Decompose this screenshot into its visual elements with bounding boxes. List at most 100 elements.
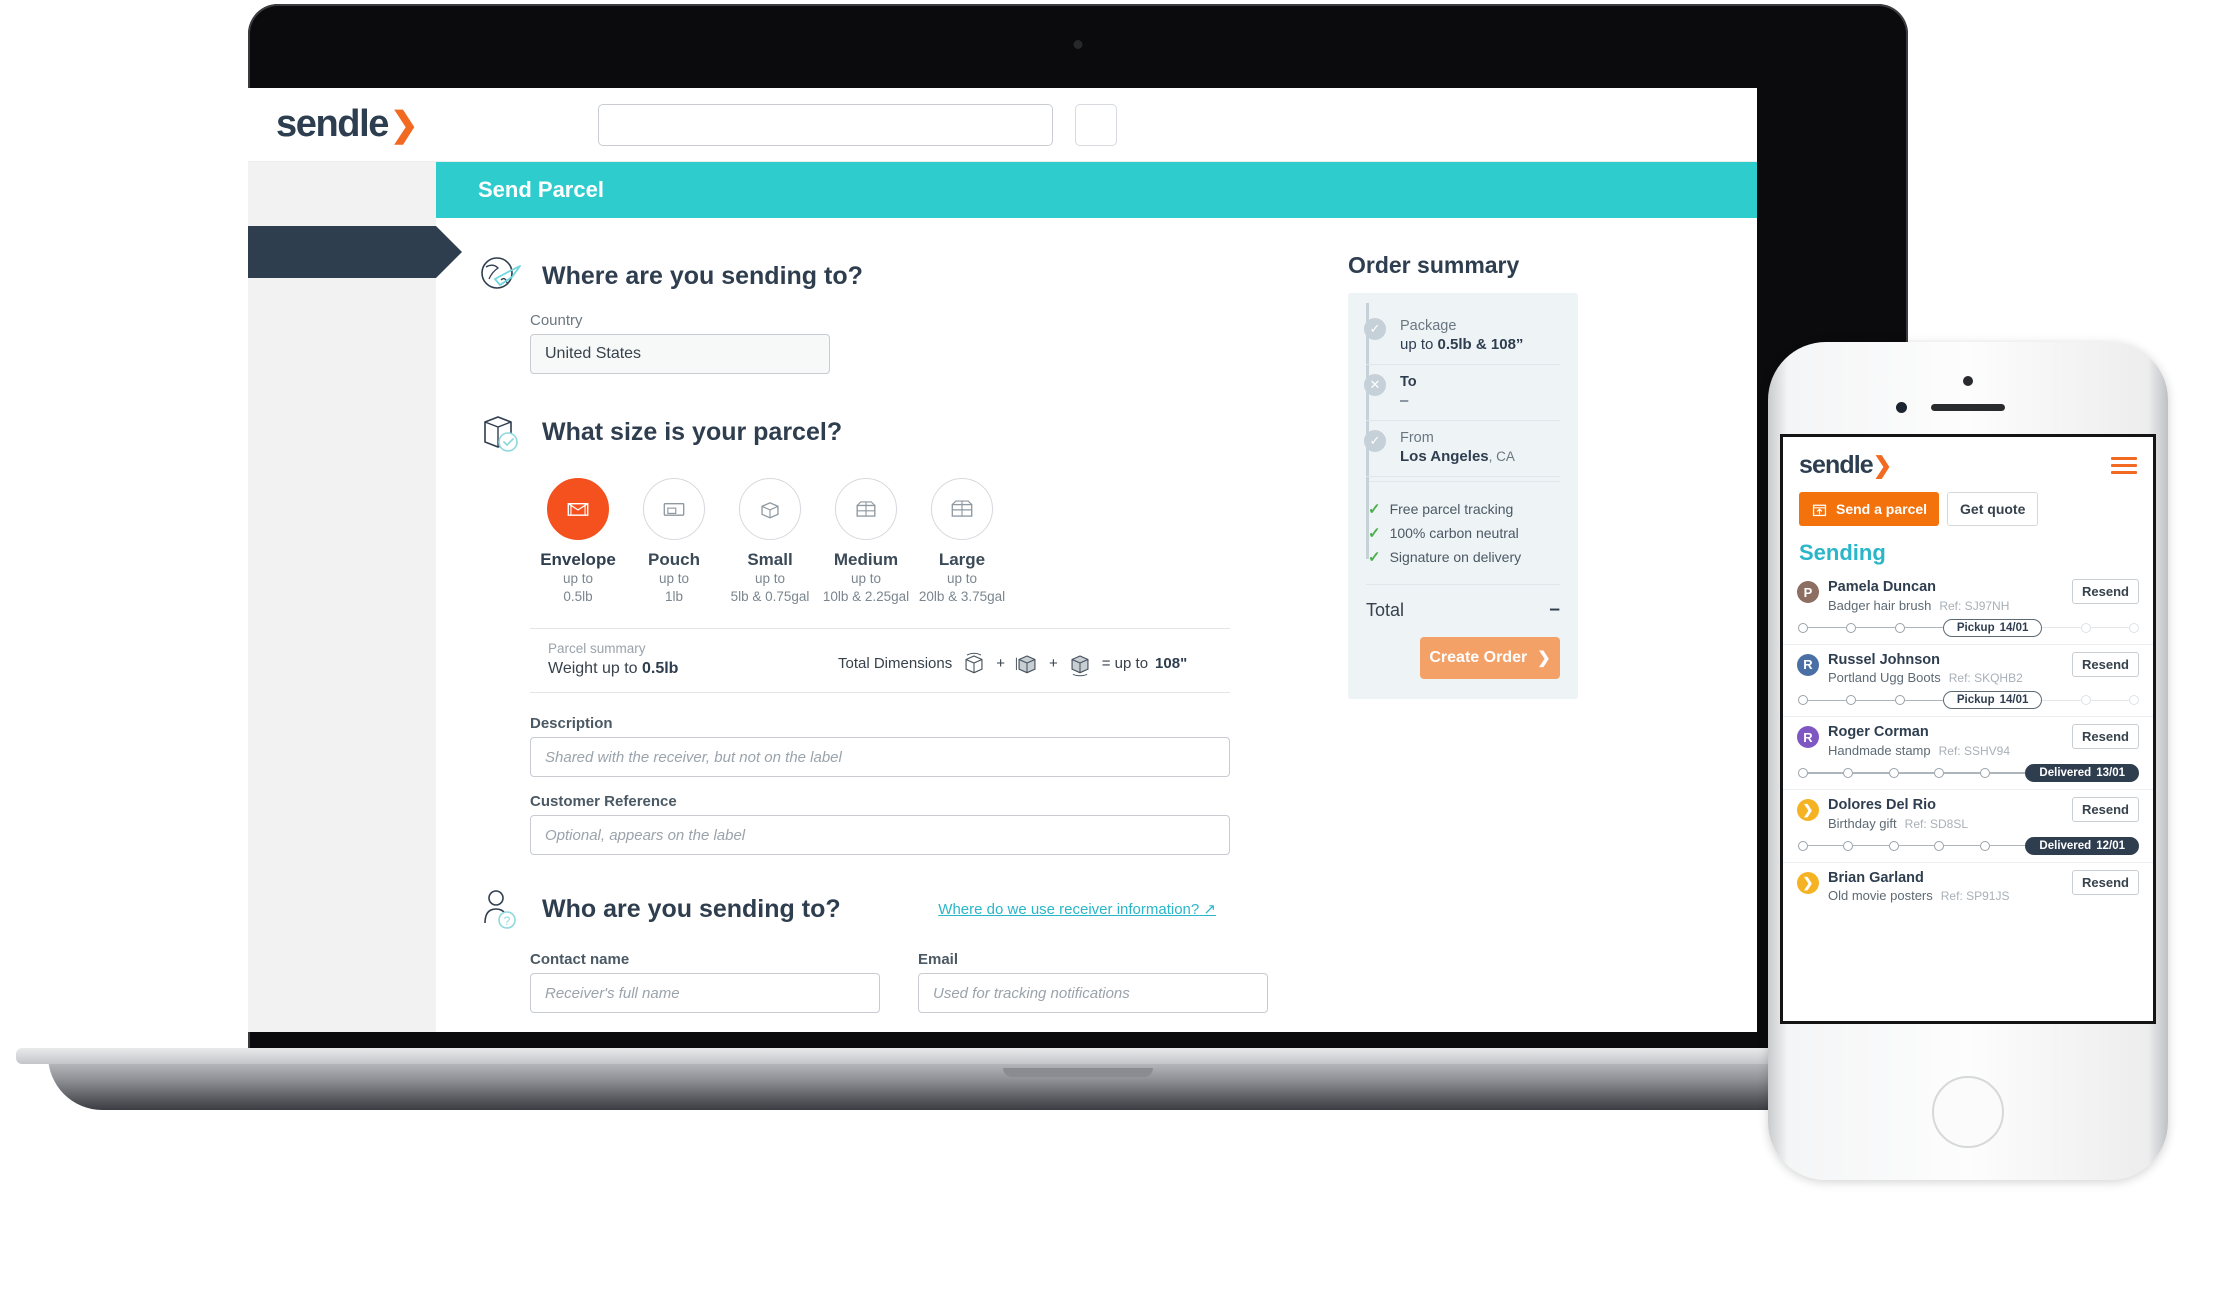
weight-value: 0.5lb bbox=[641, 660, 679, 678]
destination-section-title: Where are you sending to? bbox=[542, 261, 863, 290]
sendle-logo[interactable]: sendle ❯ bbox=[276, 103, 418, 146]
parcel-size-option-medium[interactable]: Medium up to 10lb & 2.25gal bbox=[818, 478, 914, 606]
parcel-ref: Ref: SSHV94 bbox=[1938, 744, 2010, 759]
email-input[interactable]: Used for tracking notifications bbox=[918, 973, 1268, 1014]
track-dot bbox=[1888, 840, 1899, 851]
parcel-size-upto: up to bbox=[850, 571, 882, 586]
status-date: 13/01 bbox=[2096, 767, 2125, 780]
track-line bbox=[2090, 626, 2129, 629]
earpiece-speaker-icon bbox=[1931, 404, 2005, 411]
description-input[interactable]: Shared with the receiver, but not on the… bbox=[530, 737, 1230, 778]
track-dot bbox=[1798, 840, 1808, 851]
resend-button[interactable]: Resend bbox=[2072, 869, 2139, 895]
track-dot bbox=[1846, 622, 1857, 633]
track-dot bbox=[1843, 840, 1854, 851]
track-dot bbox=[1846, 695, 1857, 706]
large-box-icon bbox=[931, 478, 993, 540]
dimension-length-icon bbox=[965, 653, 983, 674]
parcel-size-section-title: What size is your parcel? bbox=[542, 417, 843, 446]
proximity-sensor-icon bbox=[1963, 376, 1973, 386]
receiver-help-link[interactable]: Where do we use receiver information? ↗ bbox=[938, 900, 1230, 918]
list-item[interactable]: P Pamela Duncan Badger hair brush Ref: SJ… bbox=[1783, 572, 2153, 645]
track-line bbox=[1989, 772, 2026, 774]
country-select[interactable]: United States bbox=[530, 334, 830, 374]
small-box-icon bbox=[739, 478, 801, 540]
toolbar-action-button[interactable] bbox=[1075, 103, 1118, 146]
parcel-size-spec: 5lb & 0.75gal bbox=[730, 589, 810, 605]
get-quote-button[interactable]: Get quote bbox=[1947, 492, 2039, 526]
parcel-size-option-pouch[interactable]: Pouch up to 1lb bbox=[626, 478, 722, 606]
order-summary-to-block: To – bbox=[1400, 374, 1417, 409]
list-item[interactable]: R Roger Corman Handmade stamp Ref: SSHV94… bbox=[1783, 717, 2153, 791]
recipient-name: Pamela Duncan bbox=[1828, 579, 1936, 595]
country-field-group: Country United States bbox=[476, 312, 1316, 374]
send-a-parcel-button[interactable]: Send a parcel bbox=[1799, 492, 1940, 526]
create-order-button[interactable]: Create Order ❯ bbox=[1420, 637, 1560, 679]
feature-label: Signature on delivery bbox=[1389, 549, 1522, 565]
track-dot bbox=[1979, 840, 1990, 851]
track-dot bbox=[1798, 768, 1808, 779]
customer-reference-input[interactable]: Optional, appears on the label bbox=[530, 815, 1230, 856]
parcel-size-option-small[interactable]: Small up to 5lb & 0.75gal bbox=[722, 478, 818, 606]
list-item[interactable]: R Russel Johnson Portland Ugg Boots Ref: … bbox=[1783, 645, 2153, 718]
list-item[interactable]: ❯ Dolores Del Rio Birthday gift Ref: SD8S… bbox=[1783, 790, 2153, 863]
track-line bbox=[1944, 772, 1980, 774]
status-badge: Pickup 14/01 bbox=[1942, 618, 2043, 637]
list-item-header: ❯ Dolores Del Rio Birthday gift Ref: SD8S… bbox=[1797, 797, 2139, 831]
track-line bbox=[1853, 844, 1889, 847]
track-dot bbox=[1934, 840, 1945, 851]
home-button[interactable] bbox=[1932, 1076, 2004, 1148]
resend-button[interactable]: Resend bbox=[2072, 579, 2139, 604]
plus-sign-1: + bbox=[996, 654, 1005, 672]
external-link-icon: ↗ bbox=[1203, 901, 1216, 919]
contact-name-input[interactable]: Receiver's full name bbox=[530, 973, 880, 1014]
parcel-size-options: Envelope up to 0.5lb Pouch up to 1lb Sma… bbox=[476, 478, 1316, 606]
track-dot bbox=[1894, 622, 1905, 633]
resend-button[interactable]: Resend bbox=[2072, 651, 2139, 677]
app-top-bar: sendle ❯ bbox=[248, 88, 1757, 162]
feature-label: 100% carbon neutral bbox=[1389, 525, 1519, 541]
phone-device: sendle ❯ Send a parcel Get quote Sending… bbox=[1768, 342, 2168, 1180]
status-label: Delivered bbox=[2039, 839, 2092, 852]
total-label: Total bbox=[1366, 599, 1405, 620]
dimension-height-icon bbox=[1071, 655, 1089, 677]
send-a-parcel-label: Send a parcel bbox=[1836, 501, 1928, 517]
order-summary-key: Package bbox=[1400, 318, 1457, 334]
list-item[interactable]: ❯ Brian Garland Old movie posters Ref: SP… bbox=[1783, 863, 2153, 910]
value-suffix: , CA bbox=[1488, 449, 1515, 464]
sidebar bbox=[248, 162, 462, 1032]
page-title: Send Parcel bbox=[478, 177, 604, 202]
chevron-right-icon: ❯ bbox=[1537, 650, 1551, 667]
track-line bbox=[1989, 844, 2026, 847]
order-summary-value: Los Angeles, CA bbox=[1400, 448, 1515, 465]
order-summary-card: ✓ Package up to 0.5lb & 108” ✕ To – ✓ Fr… bbox=[1348, 293, 1578, 699]
parcel-description: Birthday gift bbox=[1828, 815, 1897, 831]
contact-name-label: Contact name bbox=[530, 951, 630, 969]
parcel-description-row: Old movie posters Ref: SP91JS bbox=[1828, 888, 2009, 903]
track-dot bbox=[1798, 622, 1808, 633]
email-placeholder: Used for tracking notifications bbox=[933, 984, 1130, 1002]
order-summary-total: Total – bbox=[1366, 584, 1560, 621]
resend-button[interactable]: Resend bbox=[2072, 797, 2139, 823]
create-order-label: Create Order bbox=[1429, 649, 1528, 666]
list-item-text: Russel Johnson Portland Ugg Boots Ref: SK… bbox=[1828, 652, 2023, 686]
track-dot bbox=[1934, 768, 1945, 779]
track-dot bbox=[2128, 622, 2139, 633]
value-prefix: up to bbox=[1400, 336, 1438, 353]
parcel-size-name: Medium bbox=[833, 550, 899, 569]
status-badge: Pickup 14/01 bbox=[1942, 691, 2043, 710]
phone-group: Phone Optional, but helpful for delivery bbox=[530, 1013, 880, 1032]
laptop-lid: sendle ❯ Send Parcel Where are you sendi… bbox=[248, 4, 1908, 1064]
sidebar-active-tab[interactable] bbox=[248, 226, 462, 278]
track-line bbox=[1904, 699, 1943, 702]
parcel-size-option-envelope[interactable]: Envelope up to 0.5lb bbox=[530, 478, 626, 606]
parcel-size-option-large[interactable]: Large up to 20lb & 3.75gal bbox=[914, 478, 1010, 606]
track-line bbox=[1808, 699, 1847, 702]
hamburger-menu-icon[interactable] bbox=[2111, 457, 2137, 474]
resend-button[interactable]: Resend bbox=[2072, 724, 2139, 750]
dimensions-label: Total Dimensions bbox=[838, 654, 953, 672]
address-bar-input[interactable] bbox=[598, 103, 1054, 146]
country-value: United States bbox=[545, 345, 642, 362]
parcel-size-section-header: What size is your parcel? bbox=[476, 408, 1316, 456]
pouch-icon bbox=[643, 478, 705, 540]
